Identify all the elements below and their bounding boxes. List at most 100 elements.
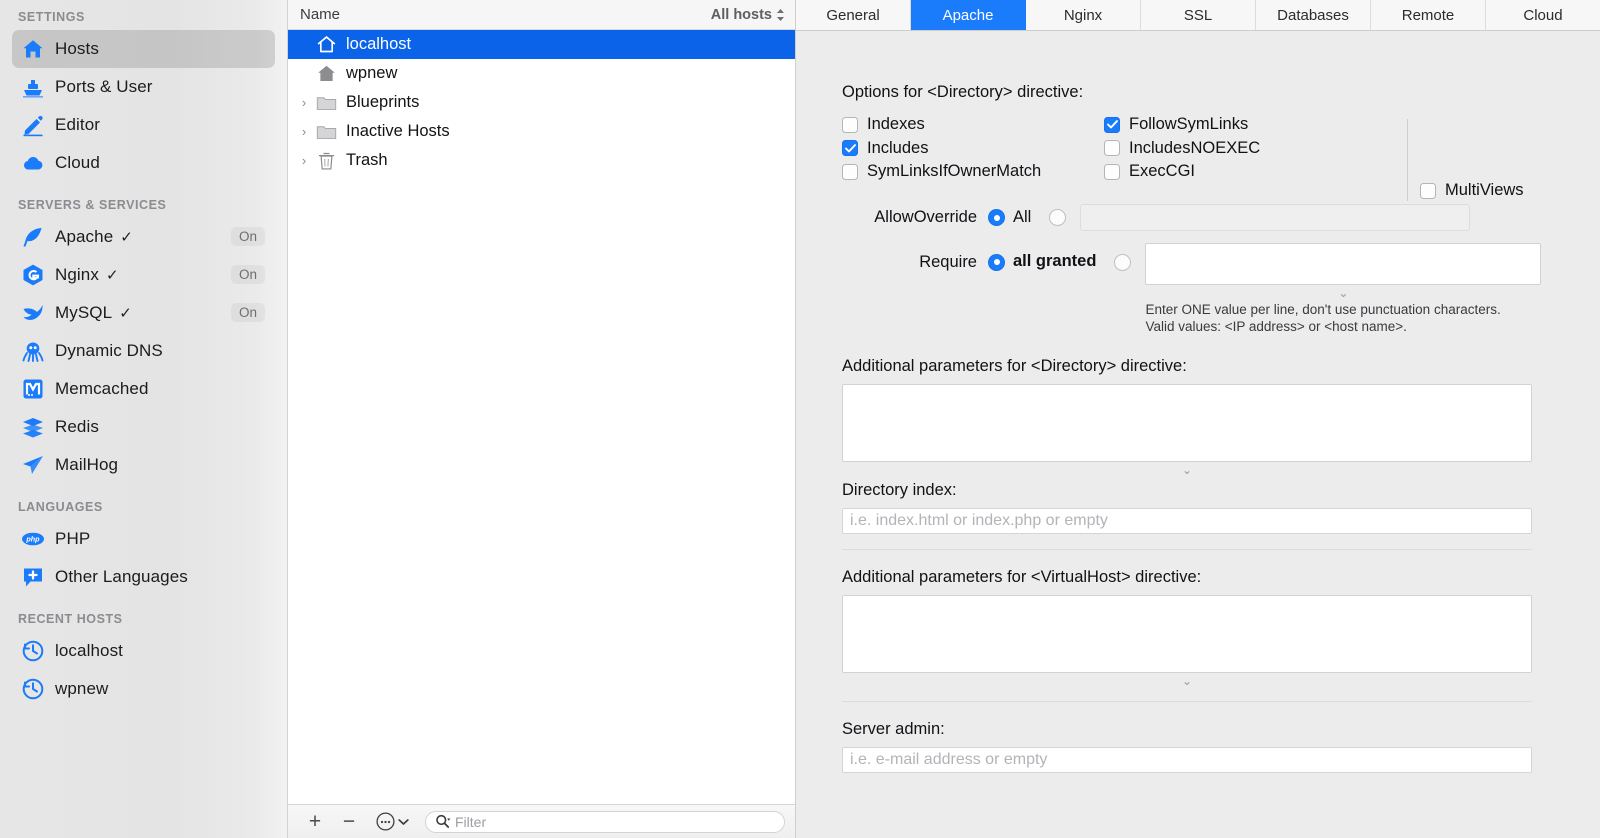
host-row[interactable]: › localhost (288, 30, 795, 59)
sidebar-item-mysql[interactable]: MySQL ✓ On (12, 294, 275, 332)
additional-virtualhost-label: Additional parameters for <VirtualHost> … (842, 567, 1202, 586)
sidebar-item-mailhog[interactable]: MailHog (12, 446, 275, 484)
checkbox-row[interactable]: Indexes (842, 113, 1104, 137)
divider-2 (842, 700, 1532, 702)
host-row[interactable]: › Trash (288, 146, 795, 175)
require-custom-group: ⌄ Enter ONE value per line, don't use pu… (1145, 242, 1542, 335)
redis-stack-icon (20, 414, 46, 440)
host-row[interactable]: › wpnew (288, 59, 795, 88)
checkbox-execcgi[interactable] (1104, 163, 1120, 180)
tab-general[interactable]: General (796, 0, 911, 30)
checkbox-row[interactable]: IncludesNOEXEC (1104, 137, 1404, 161)
checkbox-includes[interactable] (842, 140, 858, 157)
allow-override-all-radio[interactable] (988, 209, 1005, 226)
tab-apache[interactable]: Apache (911, 0, 1026, 30)
checkbox-followsymlinks[interactable] (1104, 116, 1120, 133)
cloud-icon (23, 156, 43, 170)
host-list-toolbar: + − Filter (288, 804, 795, 838)
sidebar-item-label: MailHog (55, 455, 119, 474)
checkbox-indexes[interactable] (842, 116, 858, 133)
additional-directory-textarea[interactable] (842, 383, 1532, 462)
pencil-icon (20, 112, 46, 138)
remove-host-button[interactable]: − (332, 809, 366, 835)
additional-virtualhost-resize-chevron[interactable]: ⌄ (842, 675, 1532, 687)
filter-input[interactable]: Filter (425, 810, 785, 833)
status-badge: On (230, 265, 265, 284)
allow-override-custom-radio[interactable] (1049, 209, 1067, 226)
host-row[interactable]: › Blueprints (288, 88, 795, 117)
ellipsis-circle-icon (376, 812, 395, 831)
chevron-right-icon[interactable]: › (296, 95, 312, 110)
host-filter-sort-control[interactable]: All hosts (711, 7, 785, 23)
server-admin-input[interactable]: i.e. e-mail address or empty (842, 746, 1532, 773)
tab-ssl[interactable]: SSL (1141, 0, 1256, 30)
allow-override-all-label: All (1013, 208, 1032, 226)
checkbox-label: ExecCGI (1129, 162, 1196, 181)
require-resize-chevron[interactable]: ⌄ (1145, 287, 1541, 299)
require-custom-radio[interactable] (1114, 253, 1132, 271)
host-row[interactable]: › Inactive Hosts (288, 117, 795, 146)
sidebar-item-label: Cloud (55, 153, 100, 172)
chevron-right-icon[interactable]: › (296, 153, 312, 168)
sidebar-item-label: Apache (55, 227, 114, 246)
additional-virtualhost-textarea[interactable] (842, 594, 1532, 673)
allow-override-custom-input[interactable] (1080, 204, 1471, 231)
sidebar-item-apache[interactable]: Apache ✓ On (12, 218, 275, 256)
checkbox-row[interactable]: SymLinksIfOwnerMatch (842, 160, 1104, 184)
filter-placeholder: Filter (455, 813, 487, 830)
dolphin-icon (23, 305, 43, 320)
sidebar-item-label: Memcached (55, 379, 149, 398)
host-list-panel: Name All hosts › localhost › wpnew › Blu… (288, 0, 796, 838)
sidebar-item-wpnew[interactable]: wpnew (12, 670, 275, 708)
sidebar-section-heading: RECENT HOSTS (18, 612, 123, 626)
enabled-check-icon: ✓ (119, 305, 132, 322)
checkbox-row[interactable]: ExecCGI (1104, 160, 1404, 184)
chevron-right-icon[interactable]: › (296, 124, 312, 139)
additional-directory-resize-chevron[interactable]: ⌄ (842, 464, 1532, 476)
require-label: Require (919, 252, 977, 271)
tab-databases[interactable]: Databases (1256, 0, 1371, 30)
require-all-granted-radio[interactable] (988, 253, 1005, 271)
sidebar-item-memcached[interactable]: Memcached (12, 370, 275, 408)
recent-clock-icon (22, 678, 44, 700)
checkbox-label: Indexes (867, 115, 925, 134)
directory-index-input[interactable]: i.e. index.html or index.php or empty (842, 507, 1532, 534)
tab-cloud[interactable]: Cloud (1486, 0, 1600, 30)
tab-nginx[interactable]: Nginx (1026, 0, 1141, 30)
ship-icon (20, 74, 46, 100)
add-host-button[interactable]: + (298, 809, 332, 835)
sidebar-item-dynamic-dns[interactable]: Dynamic DNS (12, 332, 275, 370)
checkbox-symlinksifownermatch[interactable] (842, 163, 858, 180)
host-rows: › localhost › wpnew › Blueprints › Inact… (288, 30, 795, 804)
sidebar-item-nginx[interactable]: Nginx ✓ On (12, 256, 275, 294)
checkbox-multiviews[interactable] (1420, 182, 1436, 199)
checkbox-row[interactable]: Includes (842, 137, 1104, 161)
divider-1 (842, 548, 1532, 550)
house-outline-icon (314, 34, 339, 55)
sidebar-item-localhost[interactable]: localhost (12, 632, 275, 670)
trash-icon (314, 151, 339, 171)
more-actions-button[interactable] (376, 812, 409, 831)
checkbox-row[interactable]: FollowSymLinks (1104, 113, 1404, 137)
additional-directory-group: Additional parameters for <Directory> di… (842, 357, 1554, 476)
sidebar-item-cloud[interactable]: Cloud (12, 144, 275, 182)
host-row-label: wpnew (346, 64, 398, 82)
checkbox-row[interactable]: MultiViews (1420, 179, 1524, 203)
require-all-granted-label: all granted (1013, 251, 1097, 270)
sidebar-item-other-languages[interactable]: Other Languages (12, 558, 275, 596)
sidebar-item-label: Other Languages (55, 567, 188, 586)
require-custom-textarea[interactable] (1145, 242, 1542, 285)
options-checkbox-grid: Indexes Includes SymLinksIfOwnerMatch Fo… (842, 113, 1554, 201)
require-row: Require all granted ⌄ Enter ONE value pe… (842, 238, 1554, 335)
sidebar-item-php[interactable]: php PHP (12, 520, 275, 558)
updown-chevron-icon (777, 8, 784, 21)
host-row-label: Blueprints (346, 93, 420, 111)
sidebar-item-ports-user[interactable]: Ports & User (12, 68, 275, 106)
sidebar-item-hosts[interactable]: Hosts (12, 30, 275, 68)
pencil-icon (23, 115, 43, 137)
tab-remote[interactable]: Remote (1371, 0, 1486, 30)
nginx-g-icon (20, 262, 46, 288)
checkbox-includesnoexec[interactable] (1104, 140, 1120, 157)
sidebar-item-redis[interactable]: Redis (12, 408, 275, 446)
sidebar-item-editor[interactable]: Editor (12, 106, 275, 144)
